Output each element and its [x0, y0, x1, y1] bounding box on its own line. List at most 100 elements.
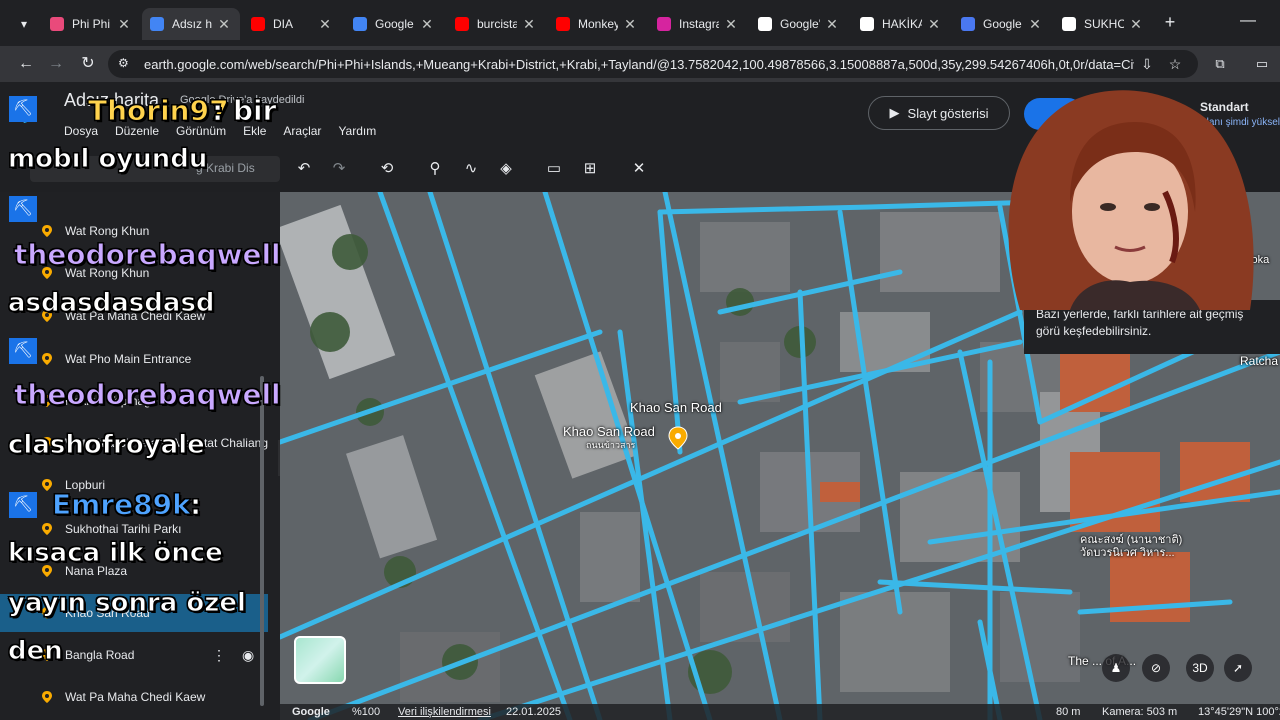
- sidebar-item-label: Bangla Road: [65, 648, 135, 662]
- address-bar[interactable]: ⚙ earth.google.com/web/search/Phi+Phi+Is…: [108, 50, 1198, 78]
- map-label-wat-bowon: คณะสงฆ์ (นานาชาติ) วัดบวรนิเวศ วิหาร...: [1080, 534, 1183, 559]
- profile-icon[interactable]: ▭: [1250, 52, 1274, 76]
- chat-message: yayın sonra özel: [8, 588, 247, 619]
- browser-tab[interactable]: HAKİKAT ✕: [852, 8, 950, 40]
- reload-button[interactable]: ↻: [76, 52, 100, 76]
- new-tab-button[interactable]: +: [1160, 12, 1180, 32]
- sidebar-item[interactable]: Wat Pa Maha Chedi Kaew: [0, 678, 268, 716]
- close-tab-icon[interactable]: ✕: [723, 16, 739, 33]
- chat-badge-icon: ⛏: [9, 492, 37, 518]
- sidebar-item-label: Wat Pho Main Entrance: [65, 352, 192, 366]
- close-tab-icon[interactable]: ✕: [419, 16, 435, 33]
- map-footer: Google %100 Veri ilişkilendirmesi 22.01.…: [280, 704, 1280, 720]
- browser-tab[interactable]: DIA ✕: [243, 8, 341, 40]
- zoom-level[interactable]: %100: [352, 706, 380, 718]
- close-tab-icon[interactable]: ✕: [521, 16, 537, 33]
- chat-message: : bir: [211, 94, 277, 128]
- webcam-overlay: [1008, 90, 1254, 310]
- sidebar-scrollbar[interactable]: [260, 376, 264, 706]
- close-tab-icon[interactable]: ✕: [926, 16, 942, 33]
- close-tab-icon[interactable]: ✕: [622, 16, 638, 33]
- menu-tools[interactable]: Araçlar: [283, 124, 321, 138]
- more-options-icon[interactable]: ⋮: [212, 647, 226, 664]
- draw-line-icon[interactable]: ∿: [460, 158, 482, 180]
- location-pin-icon[interactable]: [668, 426, 688, 450]
- tab-favicon-icon: [353, 17, 367, 31]
- site-info-icon[interactable]: ⚙: [118, 56, 134, 72]
- pegman-icon[interactable]: ♟: [1102, 654, 1130, 682]
- browser-tab[interactable]: burcista ✕: [447, 8, 545, 40]
- browser-tab[interactable]: Phi Phi A ✕: [42, 8, 140, 40]
- placemark-pin-icon: [42, 691, 52, 703]
- back-button[interactable]: ←: [14, 52, 38, 76]
- add-image-icon[interactable]: ⊞: [579, 158, 601, 180]
- chat-username: Thorin97: [88, 94, 230, 128]
- chat-badge-icon: ⛏: [9, 96, 37, 122]
- close-tab-icon[interactable]: ✕: [824, 16, 840, 33]
- tab-favicon-icon: [50, 17, 64, 31]
- minimize-button[interactable]: —: [1240, 12, 1256, 30]
- browser-tab-bar: ▾ Phi Phi A✕Adsız ha✕DIA✕Google✕burcista…: [0, 0, 1280, 46]
- tab-title: Google': [780, 17, 820, 31]
- history-icon[interactable]: ⟲: [376, 158, 398, 180]
- url-text[interactable]: earth.google.com/web/search/Phi+Phi+Isla…: [144, 57, 1134, 72]
- map-label-ratcha: Ratcha: [1240, 354, 1279, 368]
- extensions-icon[interactable]: ⧉: [1208, 52, 1232, 76]
- chat-message: mobıl oyundu: [7, 144, 208, 175]
- chat-message: asdasdasdasd: [8, 288, 216, 319]
- close-tab-icon[interactable]: ✕: [116, 16, 132, 33]
- chat-message: clashofroyale: [8, 430, 206, 461]
- compass-icon[interactable]: ➚: [1224, 654, 1252, 682]
- data-attribution-link[interactable]: Veri ilişkilendirmesi: [398, 706, 491, 718]
- close-tab-icon[interactable]: ✕: [1027, 16, 1043, 33]
- sidebar-item[interactable]: Wat Pho Main Entrance: [0, 340, 268, 378]
- chat-username: theodorebaqwell: [14, 238, 282, 272]
- tab-title: DIA: [273, 17, 294, 31]
- placemark-pin-icon: [42, 523, 52, 535]
- close-tab-icon[interactable]: ✕: [1128, 16, 1144, 33]
- tab-favicon-icon: [1062, 17, 1076, 31]
- visibility-eye-icon[interactable]: ◉: [242, 647, 254, 664]
- 3d-toggle-button[interactable]: 3D: [1186, 654, 1214, 682]
- close-tab-icon[interactable]: ✕: [317, 16, 333, 33]
- browser-tab[interactable]: Google ✕: [953, 8, 1051, 40]
- slideshow-icon: ▶: [889, 105, 900, 120]
- tab-title: Monkey: [578, 17, 618, 31]
- tab-favicon-icon: [556, 17, 570, 31]
- redo-icon[interactable]: ↷: [328, 158, 350, 180]
- sidebar-item-label: Sukhothai Tarihi Parkı: [65, 522, 182, 536]
- browser-tab[interactable]: Google' ✕: [750, 8, 848, 40]
- map-label-khao-san-2[interactable]: Khao San Road: [563, 424, 655, 439]
- tab-title: Phi Phi A: [72, 17, 112, 31]
- tab-title: Google: [983, 17, 1022, 31]
- bookmark-star-icon[interactable]: ☆: [1166, 55, 1184, 73]
- map-label-khao-san[interactable]: Khao San Road: [630, 400, 722, 415]
- hide-icon[interactable]: ⊘: [1142, 654, 1170, 682]
- measure-icon[interactable]: ▭: [543, 158, 565, 180]
- browser-tab[interactable]: Adsız ha ✕: [142, 8, 240, 40]
- imagery-date: 22.01.2025: [506, 706, 562, 718]
- tab-favicon-icon: [657, 17, 671, 31]
- map-style-thumbnail[interactable]: [294, 636, 346, 684]
- tools-icon[interactable]: ✕: [628, 158, 650, 180]
- tab-title: SUKHOT: [1084, 17, 1124, 31]
- install-app-icon[interactable]: ⇩: [1138, 55, 1156, 73]
- undo-icon[interactable]: ↶: [293, 158, 315, 180]
- browser-tab[interactable]: Instagra ✕: [649, 8, 747, 40]
- layers-icon[interactable]: ◈: [495, 158, 517, 180]
- add-placemark-icon[interactable]: ⚲: [424, 158, 446, 180]
- browser-tab[interactable]: Monkey ✕: [548, 8, 646, 40]
- tab-search-button[interactable]: ▾: [14, 14, 34, 34]
- browser-tab[interactable]: Google ✕: [345, 8, 443, 40]
- google-brand: Google: [292, 706, 330, 718]
- chat-username: Emre89k: [52, 488, 192, 522]
- placemark-pin-icon: [42, 225, 52, 237]
- browser-tab[interactable]: SUKHOT ✕: [1054, 8, 1152, 40]
- close-tab-icon[interactable]: ✕: [216, 16, 232, 33]
- tab-favicon-icon: [961, 17, 975, 31]
- tab-title: HAKİKAT: [882, 17, 922, 31]
- menu-help[interactable]: Yardım: [338, 124, 376, 138]
- tab-favicon-icon: [455, 17, 469, 31]
- forward-button[interactable]: →: [44, 52, 68, 76]
- tab-title: burcista: [477, 17, 517, 31]
